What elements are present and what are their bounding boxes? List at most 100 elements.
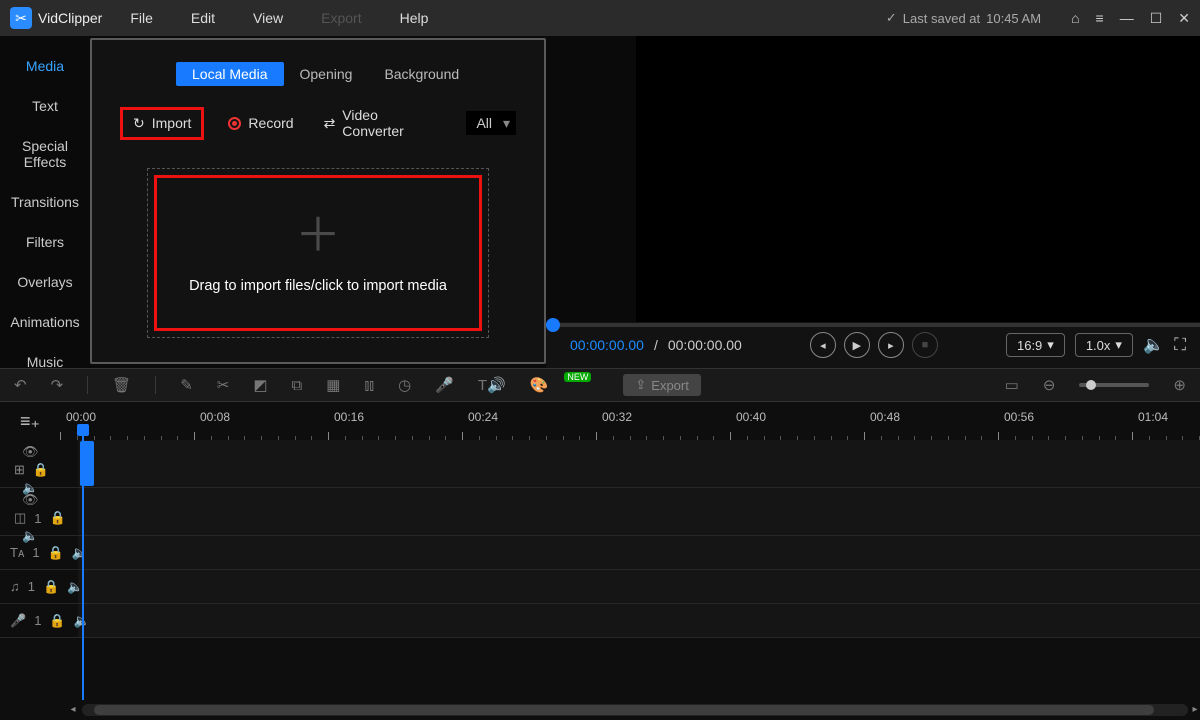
- ruler-label: 00:16: [334, 410, 364, 424]
- track-rows: 👁⊞🔒🔈👁◫1🔒🔈Tᴀ1🔒🔈♫1🔒🔈🎤1🔒🔈: [0, 440, 1200, 638]
- mute-icon[interactable]: 🔈: [67, 579, 83, 595]
- track-lane[interactable]: [78, 488, 1200, 535]
- time-ruler[interactable]: 00:0000:0800:1600:2400:3200:4000:4800:56…: [60, 402, 1200, 440]
- timeline-toolbar: ↶ ↷ 🗑 ✎ ✂ ◩ ⧉ ▦ ⫾⫾ ◷ 🎤 T🔊 🎨 NEW ⇪ Export…: [0, 368, 1200, 402]
- tab-local-media[interactable]: Local Media: [176, 62, 284, 86]
- track-lane[interactable]: [78, 440, 1200, 487]
- menu-file[interactable]: File: [130, 10, 153, 26]
- app-name: VidClipper: [38, 10, 102, 26]
- edit-icon[interactable]: ✎: [180, 376, 193, 394]
- import-dropzone[interactable]: ＋ Drag to import files/click to import m…: [154, 175, 482, 331]
- tab-background[interactable]: Background: [368, 62, 475, 86]
- playback-speed-select[interactable]: 1.0x▾: [1075, 333, 1133, 357]
- track-type-icon: 🎤: [10, 613, 26, 629]
- menu-view[interactable]: View: [253, 10, 283, 26]
- nav-overlays[interactable]: Overlays: [0, 262, 90, 302]
- voiceover-icon[interactable]: 🎤: [435, 376, 454, 394]
- color-icon[interactable]: 🎨: [530, 376, 549, 394]
- add-track-button[interactable]: ≡₊: [0, 411, 60, 432]
- track-type-icon: ♫: [10, 579, 20, 594]
- lock-icon[interactable]: 🔒: [48, 545, 64, 561]
- nav-text[interactable]: Text: [0, 86, 90, 126]
- close-icon[interactable]: ✕: [1178, 10, 1190, 27]
- tts-icon[interactable]: T🔊: [478, 376, 506, 394]
- play-button[interactable]: ▶: [844, 332, 870, 358]
- minimize-icon[interactable]: —: [1120, 10, 1134, 27]
- track-video: 👁⊞🔒🔈: [0, 440, 1200, 488]
- scroll-left-icon[interactable]: ◂: [68, 704, 78, 716]
- lock-icon[interactable]: 🔒: [43, 579, 59, 595]
- record-button[interactable]: Record: [222, 112, 299, 134]
- scrollbar-thumb[interactable]: [94, 705, 1154, 715]
- plus-icon: ＋: [295, 212, 341, 258]
- delete-icon[interactable]: 🗑: [112, 376, 131, 394]
- timeline-scrollbar[interactable]: ◂ ▸: [82, 704, 1188, 716]
- hamburger-icon[interactable]: ≡: [1096, 10, 1104, 27]
- stats-icon[interactable]: ⫾⫾: [364, 377, 374, 394]
- visibility-icon[interactable]: 👁: [22, 492, 39, 508]
- next-frame-button[interactable]: ▸: [878, 332, 904, 358]
- volume-icon[interactable]: 🔈: [1143, 335, 1164, 355]
- nav-transitions[interactable]: Transitions: [0, 182, 90, 222]
- track-lane[interactable]: [78, 536, 1200, 569]
- track-pip: 👁◫1🔒🔈: [0, 488, 1200, 536]
- lock-icon[interactable]: 🔒: [33, 462, 49, 478]
- export-button[interactable]: ⇪ Export: [623, 374, 700, 396]
- media-filter-select[interactable]: All: [466, 111, 516, 135]
- nav-media[interactable]: Media: [0, 46, 90, 86]
- scroll-right-icon[interactable]: ▸: [1190, 704, 1200, 716]
- lock-icon[interactable]: 🔒: [50, 510, 66, 526]
- import-label: Import: [152, 115, 192, 131]
- lock-icon[interactable]: 🔒: [49, 613, 65, 629]
- visibility-icon[interactable]: 👁: [22, 444, 39, 460]
- mute-icon[interactable]: 🔈: [72, 545, 88, 561]
- convert-label: Video Converter: [342, 107, 442, 139]
- home-icon[interactable]: ⌂: [1071, 10, 1079, 27]
- ruler-label: 00:00: [66, 410, 96, 424]
- duration-icon[interactable]: ◷: [398, 376, 411, 394]
- import-icon: ↻: [133, 115, 145, 132]
- track-type-icon: ⊞: [14, 462, 25, 478]
- crop-icon[interactable]: ◩: [253, 376, 267, 394]
- mute-icon[interactable]: 🔈: [22, 528, 38, 544]
- track-number: 1: [32, 545, 39, 560]
- maximize-icon[interactable]: ☐: [1150, 10, 1163, 27]
- mosaic-icon[interactable]: ▦: [326, 376, 340, 394]
- ruler-label: 00:32: [602, 410, 632, 424]
- copy-icon[interactable]: ⧉: [292, 377, 303, 394]
- aspect-ratio-select[interactable]: 16:9▾: [1006, 333, 1065, 357]
- undo-icon[interactable]: ↶: [14, 376, 27, 394]
- tab-opening[interactable]: Opening: [284, 62, 369, 86]
- redo-icon[interactable]: ↷: [51, 376, 64, 394]
- video-converter-button[interactable]: ⇄ Video Converter: [318, 104, 449, 142]
- dropzone-hint: Drag to import files/click to import med…: [189, 278, 447, 294]
- fullscreen-icon[interactable]: ⛶: [1174, 335, 1186, 355]
- nav-filters[interactable]: Filters: [0, 222, 90, 262]
- prev-frame-button[interactable]: ◂: [810, 332, 836, 358]
- zoom-knob[interactable]: [1086, 380, 1096, 390]
- track-number: 1: [34, 613, 41, 628]
- fit-icon[interactable]: ▭: [1005, 376, 1019, 394]
- track-lane[interactable]: [78, 604, 1200, 637]
- menu-help[interactable]: Help: [400, 10, 429, 26]
- preview-scrubber[interactable]: [546, 323, 1200, 327]
- window-controls: ⌂ ≡ — ☐ ✕: [1071, 10, 1190, 27]
- app-logo: ✂: [10, 7, 32, 29]
- split-icon[interactable]: ✂: [217, 376, 230, 394]
- zoom-in-icon[interactable]: ⊕: [1173, 376, 1186, 394]
- playhead[interactable]: [82, 432, 84, 700]
- stop-button[interactable]: ■: [912, 332, 938, 358]
- import-button[interactable]: ↻ Import: [120, 107, 204, 140]
- track-lane[interactable]: [78, 570, 1200, 603]
- track-voice: 🎤1🔒🔈: [0, 604, 1200, 638]
- nav-animations[interactable]: Animations: [0, 302, 90, 342]
- preview-canvas[interactable]: [636, 36, 1200, 322]
- zoom-slider[interactable]: [1079, 383, 1149, 387]
- scrubber-handle[interactable]: [546, 318, 560, 332]
- timeline-header: ≡₊ 00:0000:0800:1600:2400:3200:4000:4800…: [0, 402, 1200, 440]
- menu-edit[interactable]: Edit: [191, 10, 215, 26]
- ruler-label: 00:40: [736, 410, 766, 424]
- zoom-out-icon[interactable]: ⊖: [1043, 376, 1056, 394]
- menu-export[interactable]: Export: [321, 10, 361, 26]
- nav-special-effects[interactable]: Special Effects: [0, 126, 90, 182]
